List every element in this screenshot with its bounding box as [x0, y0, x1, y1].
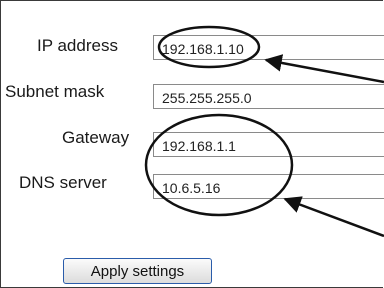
ip-address-field-box — [153, 35, 384, 60]
dns-server-label: DNS server — [19, 173, 107, 192]
dns-server-field-box — [153, 174, 384, 199]
dns-server-input[interactable] — [154, 175, 384, 198]
subnet-mask-input[interactable] — [154, 85, 384, 108]
apply-settings-button[interactable]: Apply settings — [63, 258, 212, 284]
ip-address-label: IP address — [37, 36, 118, 55]
subnet-mask-field-box — [153, 84, 384, 109]
gateway-input[interactable] — [154, 133, 384, 156]
ip-address-input[interactable] — [154, 36, 384, 59]
gateway-label: Gateway — [62, 128, 130, 147]
gateway-field-box — [153, 132, 384, 157]
subnet-mask-label: Subnet mask — [5, 82, 105, 101]
